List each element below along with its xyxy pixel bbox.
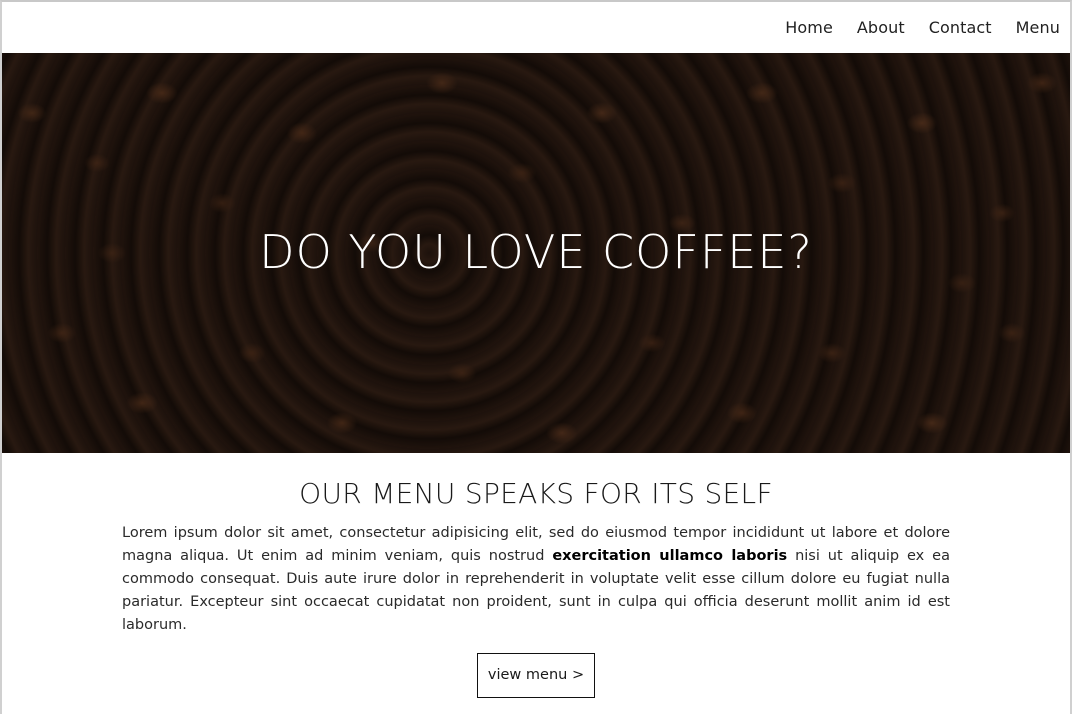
- hero-banner-coffee-beans: DO YOU LOVE COFFEE?: [2, 53, 1070, 453]
- top-navigation: Home About Contact Menu: [2, 2, 1070, 53]
- menu-intro-section: OUR MENU SPEAKS FOR ITS SELF Lorem ipsum…: [2, 453, 1070, 698]
- nav-link-menu[interactable]: Menu: [1016, 18, 1060, 37]
- view-menu-button[interactable]: view menu >: [476, 653, 596, 698]
- section-title: OUR MENU SPEAKS FOR ITS SELF: [299, 477, 773, 510]
- page-frame: Home About Contact Menu DO YOU LOVE COFF…: [0, 0, 1072, 714]
- hero-title: DO YOU LOVE COFFEE?: [259, 225, 813, 279]
- nav-link-about[interactable]: About: [857, 18, 905, 37]
- nav-link-home[interactable]: Home: [785, 18, 833, 37]
- section-paragraph: Lorem ipsum dolor sit amet, consectetur …: [122, 522, 950, 637]
- nav-link-contact[interactable]: Contact: [929, 18, 992, 37]
- paragraph-emphasis: exercitation ullamco laboris: [552, 548, 788, 564]
